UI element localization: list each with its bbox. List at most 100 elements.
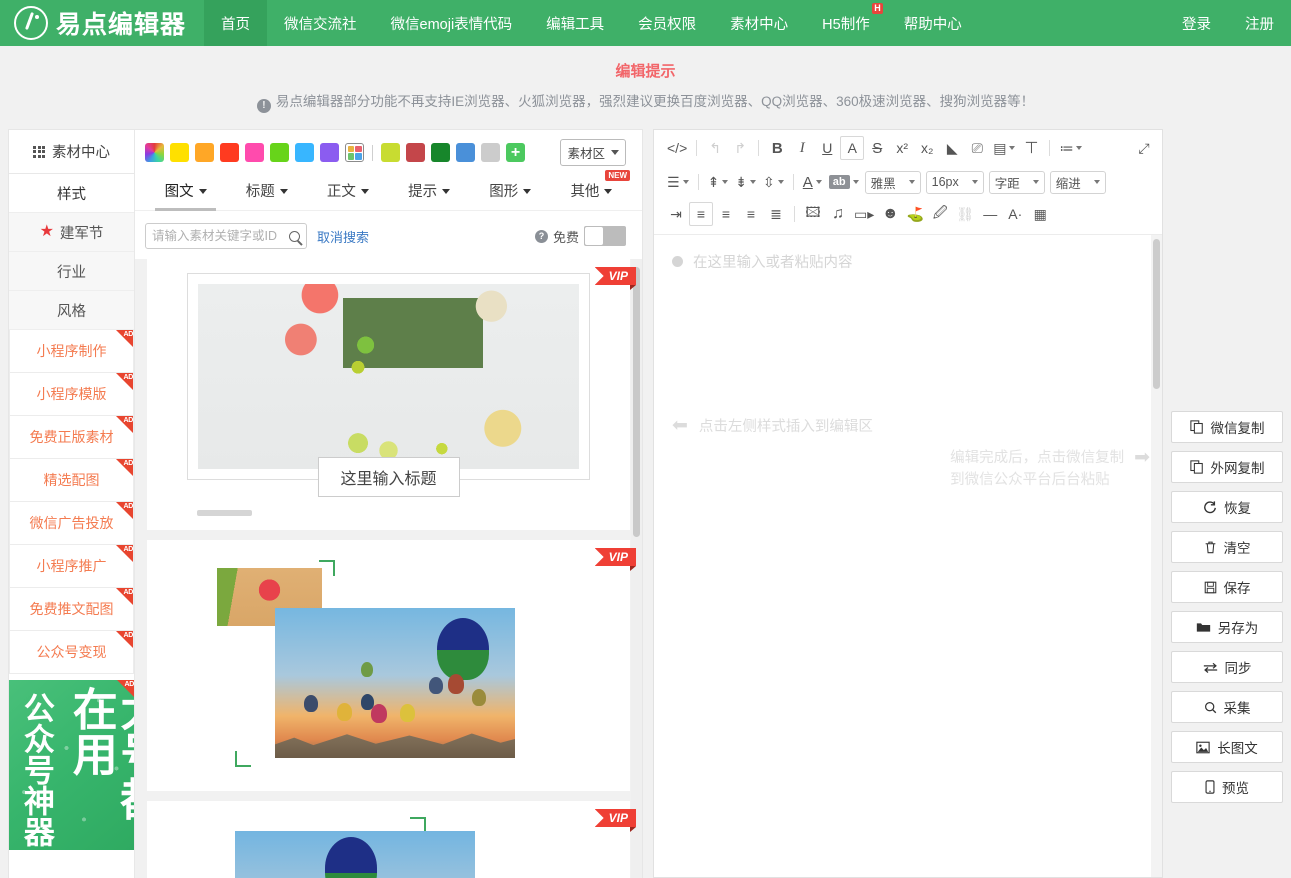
collect-button[interactable]: 采集	[1171, 691, 1283, 723]
restore-button[interactable]: 恢复	[1171, 491, 1283, 523]
swatch-multi[interactable]	[345, 143, 364, 162]
redo-icon[interactable]: ↱	[728, 136, 752, 160]
ad-button-account-monetization[interactable]: 公众号变现 AD	[9, 631, 134, 674]
align-left-icon[interactable]: ≡	[689, 202, 713, 226]
nav-item-emoji-codes[interactable]: 微信emoji表情代码	[374, 0, 530, 46]
ordered-list-icon[interactable]: ≔	[1056, 136, 1085, 160]
nav-item-h5-maker[interactable]: H5制作 H	[805, 0, 887, 46]
insert-emoji-icon[interactable]: ☻	[878, 202, 902, 226]
swatch-orange[interactable]	[195, 143, 214, 162]
material-list[interactable]: VIP 这里输入标题 VIP VIP	[135, 259, 642, 878]
swatch-purple[interactable]	[320, 143, 339, 162]
ad-banner-public-account[interactable]: 公众号神器 大号都在用 AD	[9, 680, 134, 850]
ad-button-free-licensed-material[interactable]: 免费正版素材 AD	[9, 416, 134, 459]
sidebar-tab-style[interactable]: 样式	[9, 174, 134, 213]
insert-video-icon[interactable]: ▭▸	[851, 202, 877, 226]
search-icon[interactable]	[289, 230, 300, 242]
sidebar-header-material-center[interactable]: 素材中心	[9, 130, 134, 174]
paragraph-spacing-icon[interactable]: ⇟	[732, 170, 759, 194]
sidebar-tab-style-genre[interactable]: 风格	[9, 291, 134, 330]
ad-button-miniprogram-make[interactable]: 小程序制作 AD	[9, 330, 134, 373]
clear-button[interactable]: 清空	[1171, 531, 1283, 563]
nav-item-edit-tools[interactable]: 编辑工具	[529, 0, 621, 46]
italic-icon[interactable]: I	[790, 136, 814, 160]
unlink-icon[interactable]: ⛓	[953, 202, 977, 226]
external-copy-button[interactable]: 外网复制	[1171, 451, 1283, 483]
swatch-add-icon[interactable]: +	[506, 143, 525, 162]
ad-button-wechat-advertising[interactable]: 微信广告投放 AD	[9, 502, 134, 545]
login-button[interactable]: 登录	[1165, 0, 1228, 46]
tab-graphic-text[interactable]: 图文	[145, 172, 226, 211]
font-color-icon[interactable]: A	[800, 170, 825, 194]
fullscreen-icon[interactable]: ⤢	[1132, 136, 1156, 160]
tab-shapes[interactable]: 图形	[470, 172, 551, 210]
search-box[interactable]	[145, 223, 307, 249]
swatch-rainbow[interactable]	[145, 143, 164, 162]
ad-button-miniprogram-template[interactable]: 小程序模版 AD	[9, 373, 134, 416]
swatch-blue[interactable]	[456, 143, 475, 162]
wechat-copy-button[interactable]: 微信复制	[1171, 411, 1283, 443]
ad-button-featured-images[interactable]: 精选配图 AD	[9, 459, 134, 502]
underline-icon[interactable]: U	[815, 136, 839, 160]
long-image-button[interactable]: 长图文	[1171, 731, 1283, 763]
superscript-icon[interactable]: x²	[890, 136, 914, 160]
pinyin-icon[interactable]: A·	[1003, 202, 1027, 226]
register-button[interactable]: 注册	[1228, 0, 1291, 46]
sidebar-tab-industry[interactable]: 行业	[9, 252, 134, 291]
ad-button-free-article-images[interactable]: 免费推文配图 AD	[9, 588, 134, 631]
tab-tips[interactable]: 提示	[389, 172, 470, 210]
source-code-icon[interactable]: </>	[664, 136, 690, 160]
clear-format-icon[interactable]: ⊤	[1019, 136, 1043, 160]
align-justify-icon[interactable]: ≣	[764, 202, 788, 226]
indent-increase-icon[interactable]: ⇥	[664, 202, 688, 226]
region-select[interactable]: 素材区	[560, 139, 626, 166]
save-as-button[interactable]: 另存为	[1171, 611, 1283, 643]
tab-title[interactable]: 标题	[226, 172, 307, 210]
insert-map-icon[interactable]: ⛳	[903, 202, 927, 226]
format-brush-icon[interactable]: ⎚	[965, 136, 989, 160]
cancel-search-link[interactable]: 取消搜索	[317, 227, 369, 246]
background-color-icon[interactable]: ab	[826, 170, 862, 194]
editor-scroll-thumb[interactable]	[1153, 239, 1160, 389]
swatch-cyan[interactable]	[295, 143, 314, 162]
margin-spacing-icon[interactable]: ⇳	[760, 170, 787, 194]
align-center-icon[interactable]: ≡	[714, 202, 738, 226]
insert-link-icon[interactable]: 🖉	[928, 202, 952, 226]
swatch-green[interactable]	[270, 143, 289, 162]
swatch-pink[interactable]	[245, 143, 264, 162]
material-card[interactable]: VIP	[147, 801, 637, 878]
swatch-lime[interactable]	[381, 143, 400, 162]
insert-image-icon[interactable]: 🖾	[801, 202, 825, 226]
nav-item-member-rights[interactable]: 会员权限	[621, 0, 713, 46]
line-height-icon[interactable]: ⇞	[705, 170, 732, 194]
font-family-select[interactable]: 雅黑	[864, 170, 921, 194]
paragraph-format-icon[interactable]: ▤	[990, 136, 1018, 160]
material-scroll-thumb[interactable]	[633, 267, 640, 537]
search-input[interactable]	[152, 229, 289, 243]
swatch-yellow[interactable]	[170, 143, 189, 162]
material-card[interactable]: VIP 这里输入标题	[147, 259, 637, 530]
subscript-icon[interactable]: x₂	[915, 136, 939, 160]
nav-item-material-center[interactable]: 素材中心	[713, 0, 805, 46]
text-box-icon[interactable]: A	[840, 136, 865, 160]
nav-item-wechat-community[interactable]: 微信交流社	[267, 0, 374, 46]
insert-music-icon[interactable]: ♫	[826, 202, 850, 226]
bold-icon[interactable]: B	[765, 136, 789, 160]
unordered-list-icon[interactable]: ☰	[664, 170, 692, 194]
align-right-icon[interactable]: ≡	[739, 202, 763, 226]
material-card[interactable]: VIP	[147, 540, 637, 791]
horizontal-rule-icon[interactable]: —	[978, 202, 1002, 226]
strikethrough-icon[interactable]: S	[865, 136, 889, 160]
free-toggle[interactable]	[584, 226, 626, 246]
swatch-gray[interactable]	[481, 143, 500, 162]
swatch-red[interactable]	[220, 143, 239, 162]
save-button[interactable]: 保存	[1171, 571, 1283, 603]
nav-item-help-center[interactable]: 帮助中心	[887, 0, 979, 46]
swatch-darkgreen[interactable]	[431, 143, 450, 162]
insert-table-icon[interactable]: ▦	[1028, 202, 1052, 226]
swatch-crimson[interactable]	[406, 143, 425, 162]
letter-spacing-select[interactable]: 字距	[988, 170, 1045, 194]
sync-button[interactable]: 同步	[1171, 651, 1283, 683]
editor-body[interactable]: 在这里输入或者粘贴内容 ⬅ 点击左侧样式插入到编辑区 编辑完成后，点击微信复制 …	[654, 235, 1162, 877]
site-logo[interactable]: 易点编辑器	[0, 0, 204, 46]
